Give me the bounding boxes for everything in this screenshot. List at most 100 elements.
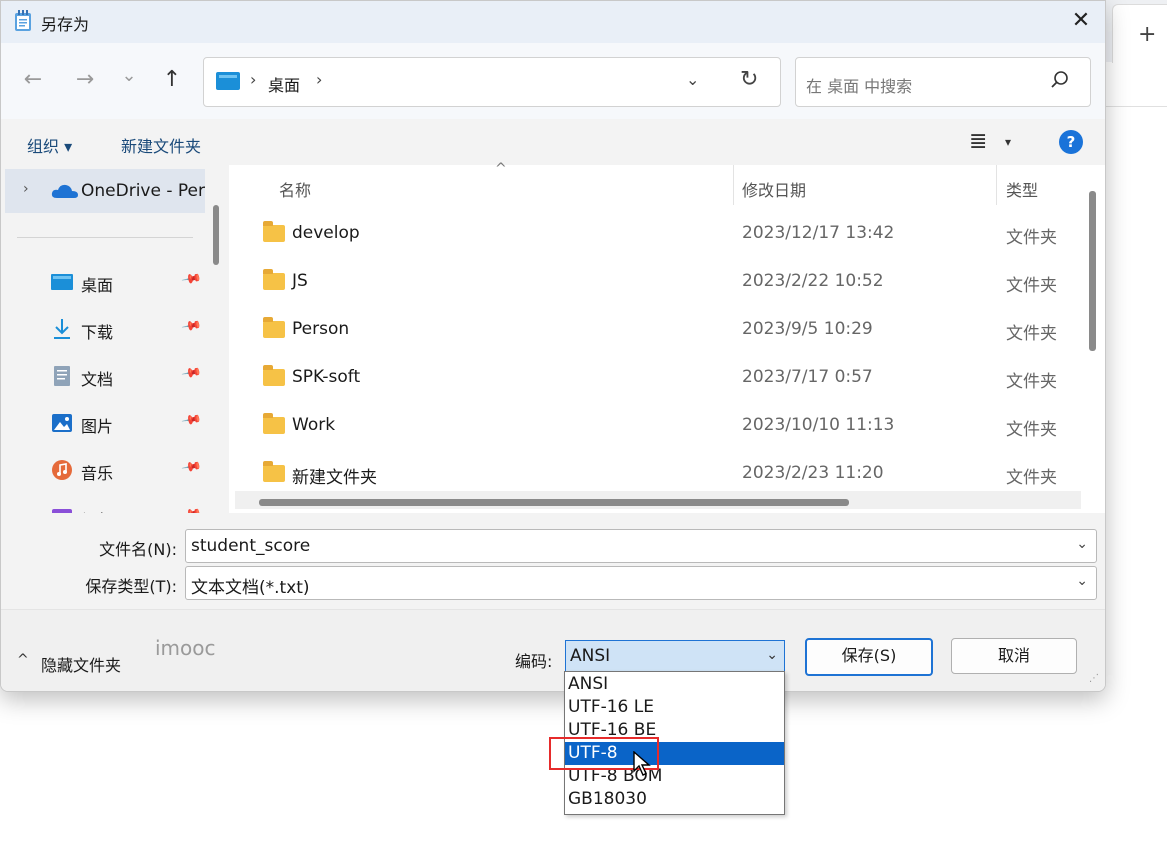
close-button[interactable]: ✕: [1067, 7, 1095, 35]
sidebar-item-pictures[interactable]: 图片 📌: [1, 404, 205, 444]
column-header-date[interactable]: 修改日期: [742, 177, 806, 201]
chevron-down-icon[interactable]: ⌄: [766, 647, 778, 663]
pin-icon[interactable]: 📌: [180, 504, 202, 513]
forward-button[interactable]: →: [71, 67, 99, 92]
sidebar-item-label: 音乐: [81, 464, 114, 483]
watermark-text: imooc: [155, 636, 216, 660]
dialog-footer: ^ 隐藏文件夹 imooc 编码: ANSI ⌄ 保存(S) 取消: [1, 609, 1105, 691]
mouse-cursor-icon: [633, 751, 651, 776]
expand-chevron-icon[interactable]: ›: [23, 181, 29, 197]
encoding-select[interactable]: ANSI ⌄: [565, 640, 785, 674]
file-type: 文件夹: [1006, 228, 1057, 248]
encoding-option-gb18030[interactable]: GB18030: [565, 788, 784, 811]
breadcrumb-separator[interactable]: ›: [250, 70, 256, 89]
up-button[interactable]: ↑: [158, 67, 186, 92]
table-row[interactable]: develop 2023/12/17 13:42 文件夹: [257, 211, 1077, 259]
refresh-icon[interactable]: ↻: [740, 67, 758, 92]
column-divider[interactable]: [996, 165, 997, 205]
encoding-option-utf16le[interactable]: UTF-16 LE: [565, 696, 784, 719]
filename-field[interactable]: student_score ⌄: [185, 529, 1097, 563]
file-date: 2023/7/17 0:57: [742, 367, 873, 387]
dialog-title: 另存为: [41, 15, 90, 34]
sidebar-item-onedrive[interactable]: › OneDrive - Per: [5, 169, 205, 213]
pin-icon[interactable]: 📌: [180, 457, 202, 479]
file-date: 2023/9/5 10:29: [742, 319, 873, 339]
horizontal-scrollbar[interactable]: [259, 499, 849, 506]
sidebar-item-label: 图片: [81, 417, 114, 436]
encoding-value: ANSI: [570, 646, 611, 666]
view-options-icon[interactable]: ≣: [969, 129, 987, 154]
pin-icon[interactable]: 📌: [180, 410, 202, 432]
navigation-bar: ← → ⌄ ↑ › 桌面 › ⌄ ↻ 在 桌面 中搜索: [1, 43, 1105, 119]
file-name: 新建文件夹: [292, 468, 377, 488]
save-as-dialog: 另存为 ✕ ← → ⌄ ↑ › 桌面 › ⌄ ↻ 在 桌面 中搜索 组织 ▾ 新…: [0, 0, 1106, 692]
background-divider: [1104, 106, 1167, 107]
breadcrumb-separator[interactable]: ›: [316, 70, 322, 89]
table-row[interactable]: Work 2023/10/10 11:13 文件夹: [257, 403, 1077, 451]
navigation-scrollbar[interactable]: [213, 205, 219, 265]
file-name: SPK-soft: [292, 367, 361, 387]
table-row[interactable]: Person 2023/9/5 10:29 文件夹: [257, 307, 1077, 355]
sidebar-item-documents[interactable]: 文档 📌: [1, 357, 205, 397]
sidebar-item-videos[interactable]: 视频 📌: [1, 498, 205, 513]
address-bar[interactable]: › 桌面 › ⌄ ↻: [203, 57, 781, 107]
vertical-scrollbar[interactable]: [1089, 191, 1096, 351]
chevron-up-icon[interactable]: ^: [17, 652, 29, 668]
desktop-icon: [51, 274, 73, 290]
save-button[interactable]: 保存(S): [805, 638, 933, 676]
view-dropdown-icon[interactable]: ▾: [1005, 135, 1011, 149]
help-icon[interactable]: ?: [1059, 130, 1083, 154]
videos-icon: [52, 509, 72, 513]
pin-icon[interactable]: 📌: [180, 269, 202, 291]
sidebar-item-label: 桌面: [81, 276, 114, 295]
file-list: ^ 名称 修改日期 类型 develop 2023/12/17 13:42 文件…: [229, 161, 1105, 513]
hide-folders-button[interactable]: 隐藏文件夹: [41, 652, 121, 676]
address-dropdown-icon[interactable]: ⌄: [686, 70, 699, 89]
new-folder-button[interactable]: 新建文件夹: [121, 133, 201, 157]
file-type: 文件夹: [1006, 276, 1057, 296]
pictures-icon: [52, 414, 72, 432]
desktop-folder-icon: [216, 72, 240, 90]
folder-icon: [263, 269, 285, 290]
filetype-select[interactable]: 文本文档(*.txt) ⌄: [185, 566, 1097, 600]
resize-grip-icon[interactable]: ⋰: [1089, 673, 1099, 684]
onedrive-cloud-icon: [51, 184, 78, 198]
sidebar-item-downloads[interactable]: 下载 📌: [1, 310, 205, 350]
filename-label: 文件名(N):: [99, 540, 177, 559]
organize-menu-button[interactable]: 组织 ▾: [27, 133, 72, 157]
cancel-button[interactable]: 取消: [951, 638, 1077, 674]
notepad-icon: [15, 10, 31, 31]
download-icon: [54, 319, 70, 339]
sidebar-item-desktop[interactable]: 桌面 📌: [1, 263, 205, 303]
divider: [17, 237, 193, 238]
search-icon[interactable]: [1050, 70, 1070, 90]
file-name: Work: [292, 415, 336, 435]
file-date: 2023/2/22 10:52: [742, 271, 884, 291]
chevron-down-icon[interactable]: ⌄: [1076, 536, 1088, 552]
table-row[interactable]: JS 2023/2/22 10:52 文件夹: [257, 259, 1077, 307]
column-divider[interactable]: [733, 165, 734, 205]
search-input[interactable]: 在 桌面 中搜索: [795, 57, 1091, 107]
chevron-down-icon[interactable]: ⌄: [1076, 573, 1088, 589]
folder-icon: [263, 365, 285, 386]
new-tab-button[interactable]: +: [1138, 22, 1156, 47]
command-bar: 组织 ▾ 新建文件夹 ≣ ▾ ?: [1, 119, 1105, 165]
filename-value[interactable]: student_score: [191, 536, 310, 556]
sidebar-item-music[interactable]: 音乐 📌: [1, 451, 205, 491]
breadcrumb-desktop[interactable]: 桌面: [268, 72, 300, 96]
encoding-option-ansi[interactable]: ANSI: [565, 673, 784, 696]
sidebar-item-label: OneDrive - Per: [81, 181, 205, 201]
folder-icon: [263, 317, 285, 338]
sidebar-item-label: 下载: [81, 323, 114, 342]
recent-locations-button[interactable]: ⌄: [115, 65, 143, 86]
file-type: 文件夹: [1006, 324, 1057, 344]
pin-icon[interactable]: 📌: [180, 316, 202, 338]
save-form: 文件名(N): student_score ⌄ 保存类型(T): 文本文档(*.…: [1, 513, 1105, 609]
column-header-name[interactable]: 名称: [279, 177, 311, 201]
table-row[interactable]: SPK-soft 2023/7/17 0:57 文件夹: [257, 355, 1077, 403]
file-date: 2023/2/23 11:20: [742, 463, 884, 483]
sort-ascending-icon: ^: [495, 161, 507, 177]
pin-icon[interactable]: 📌: [180, 363, 202, 385]
column-header-type[interactable]: 类型: [1006, 177, 1038, 201]
back-button[interactable]: ←: [19, 67, 47, 92]
